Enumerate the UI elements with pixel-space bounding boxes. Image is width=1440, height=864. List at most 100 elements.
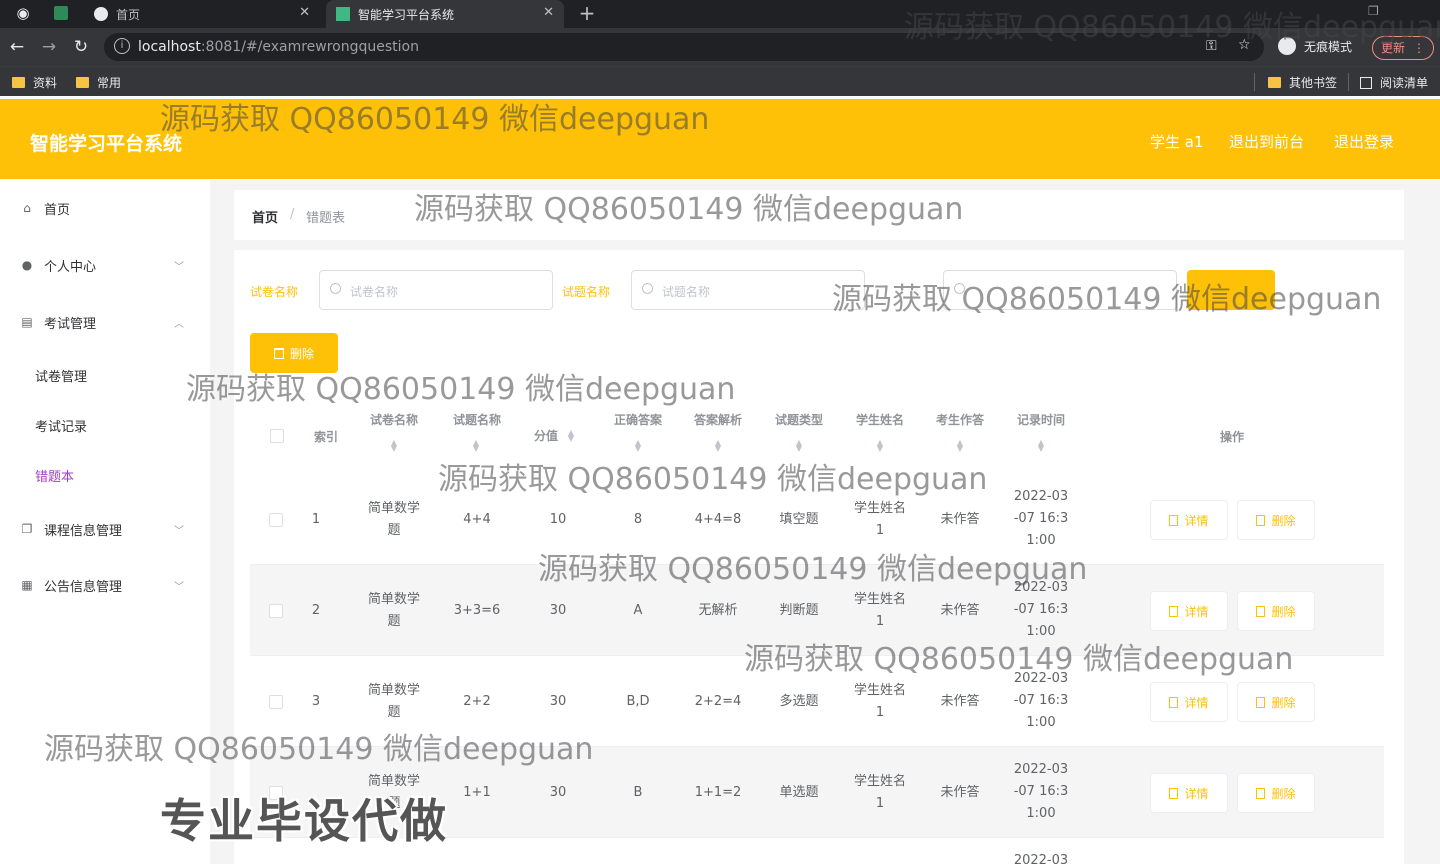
- sort-icon[interactable]: ▲ ▼: [389, 439, 399, 453]
- watermark-text: 源码获取 QQ86050149 微信deepguan: [438, 462, 988, 497]
- user-name[interactable]: 学生 a1: [1150, 131, 1204, 152]
- folder-icon: [1268, 77, 1281, 88]
- col-score[interactable]: 分值: [526, 427, 566, 444]
- cell-time: 2022-03 -07 16:3 1:00: [1013, 762, 1069, 821]
- tab-close-icon[interactable]: ✕: [543, 5, 554, 20]
- sort-icon[interactable]: ▲ ▼: [471, 439, 481, 453]
- detail-label: 详情: [1184, 604, 1209, 619]
- reload-icon[interactable]: ↻: [70, 36, 92, 58]
- sidebar-item-notices[interactable]: ▦ 公告信息管理 ﹀: [0, 565, 208, 605]
- delete-button[interactable]: 删除: [1237, 591, 1315, 631]
- col-question-name[interactable]: 试题名称: [442, 411, 512, 428]
- detail-button[interactable]: 详情: [1150, 773, 1228, 813]
- delete-button[interactable]: 删除: [1237, 773, 1315, 813]
- row-checkbox[interactable]: [269, 695, 283, 709]
- cell-analysis: 4+4=8: [694, 512, 742, 527]
- forward-icon[interactable]: →: [38, 36, 60, 58]
- cell-answer: B,D: [626, 694, 650, 709]
- bookmark-separator: [1348, 73, 1349, 91]
- sidebar-item-home[interactable]: ⌂ 首页: [0, 188, 208, 228]
- select-all-checkbox[interactable]: [270, 429, 284, 443]
- watermark-text: 源码获取 QQ86050149 微信deepguan: [904, 10, 1440, 45]
- cell-analysis: 无解析: [698, 603, 738, 618]
- sort-icon[interactable]: ▲ ▼: [794, 439, 804, 453]
- bookmark-separator: [1254, 73, 1255, 91]
- row-checkbox[interactable]: [269, 604, 283, 618]
- paper-name-input[interactable]: 试卷名称: [319, 270, 553, 310]
- bookmark-folder[interactable]: 常用: [76, 74, 121, 91]
- sort-icon[interactable]: ▲ ▼: [1036, 439, 1046, 453]
- cell-score: 30: [549, 694, 567, 709]
- col-record-time[interactable]: 记录时间: [1006, 411, 1076, 428]
- sort-icon[interactable]: ▲ ▼: [566, 429, 576, 443]
- logout-link[interactable]: 退出登录: [1334, 131, 1394, 152]
- watermark-text: 源码获取 QQ86050149 微信deepguan: [832, 282, 1382, 317]
- trash-icon: [1256, 696, 1266, 708]
- cell-student: 学生姓名 1: [853, 501, 906, 538]
- other-bookmarks[interactable]: 其他书签: [1268, 74, 1337, 91]
- bookmark-label: 其他书签: [1289, 76, 1338, 90]
- new-tab-icon[interactable]: +: [576, 2, 598, 24]
- folder-icon: [76, 77, 89, 88]
- tab-home[interactable]: 首页 ✕: [84, 0, 320, 28]
- cell-index: 1: [311, 512, 321, 527]
- col-paper-name[interactable]: 试卷名称: [360, 411, 428, 428]
- sidebar-item-label: 公告信息管理: [44, 579, 123, 595]
- col-student-name[interactable]: 学生姓名: [846, 411, 914, 428]
- cell-score: 30: [549, 603, 567, 618]
- bookmark-folder[interactable]: 资料: [12, 74, 57, 91]
- detail-button[interactable]: 详情: [1150, 500, 1228, 540]
- tab-close-icon[interactable]: ✕: [299, 5, 310, 20]
- chevron-down-icon: ﹀: [174, 525, 184, 537]
- cell-paper: 简单数学题: [367, 683, 420, 720]
- sort-icon[interactable]: ▲ ▼: [875, 439, 885, 453]
- delete-button[interactable]: 删除: [1237, 500, 1315, 540]
- sidebar-item-courses[interactable]: ❐ 课程信息管理 ﹀: [0, 509, 208, 549]
- sort-icon[interactable]: ▲ ▼: [713, 439, 723, 453]
- sidebar-subitem-records[interactable]: 考试记录: [35, 416, 87, 435]
- cell-score: 30: [549, 785, 567, 800]
- detail-button[interactable]: 详情: [1150, 682, 1228, 722]
- info-icon[interactable]: i: [114, 38, 130, 54]
- bookmarks-bar: 资料 常用 其他书签 阅读清单: [0, 66, 1440, 96]
- document-icon: [1169, 696, 1179, 708]
- col-analysis[interactable]: 答案解析: [684, 411, 752, 428]
- sidebar-item-label: 首页: [44, 202, 71, 218]
- col-correct-answer[interactable]: 正确答案: [604, 411, 672, 428]
- sidebar-item-label: 考试管理: [44, 316, 97, 332]
- detail-label: 详情: [1184, 513, 1209, 528]
- reading-list[interactable]: 阅读清单: [1360, 74, 1428, 91]
- sidebar-item-label: 课程信息管理: [44, 523, 123, 539]
- col-question-type[interactable]: 试题类型: [764, 411, 834, 428]
- delete-label: 删除: [1271, 604, 1296, 619]
- back-icon[interactable]: ←: [6, 36, 28, 58]
- user-icon: ●: [21, 258, 33, 272]
- cell-answer: A: [633, 603, 643, 618]
- cell-response: 未作答: [940, 694, 980, 709]
- sidebar-item-exam[interactable]: ▤ 考试管理 ︿: [0, 302, 208, 342]
- cell-paper: 简单数学题: [367, 501, 420, 538]
- cell-time: 2022-03 -07 16:3 1:00: [1013, 489, 1069, 548]
- tab-app[interactable]: 智能学习平台系统 ✕: [326, 0, 564, 28]
- cell-question: 4+4: [463, 512, 491, 527]
- app-favicon-icon[interactable]: [54, 6, 68, 20]
- col-response[interactable]: 考生作答: [926, 411, 994, 428]
- detail-button[interactable]: 详情: [1150, 591, 1228, 631]
- sidebar-subitem-wrongbook[interactable]: 错题本: [35, 466, 74, 485]
- cell-response: 未作答: [940, 512, 980, 527]
- breadcrumb-current: 错题表: [306, 211, 346, 226]
- sort-icon[interactable]: ▲ ▼: [633, 439, 643, 453]
- browser-menu-icon[interactable]: ◉: [12, 2, 34, 24]
- delete-button[interactable]: 删除: [1237, 682, 1315, 722]
- detail-label: 详情: [1184, 786, 1209, 801]
- sidebar-subitem-papers[interactable]: 试卷管理: [35, 366, 87, 385]
- sidebar-item-profile[interactable]: ● 个人中心 ﹀: [0, 245, 208, 285]
- row-checkbox[interactable]: [269, 513, 283, 527]
- back-to-front-link[interactable]: 退出到前台: [1229, 131, 1304, 152]
- cell-analysis: 1+1=2: [694, 785, 742, 800]
- breadcrumb-home[interactable]: 首页: [252, 207, 278, 226]
- bookmark-label: 资料: [33, 76, 58, 90]
- cell-student: 学生姓名 1: [853, 774, 906, 811]
- question-name-input[interactable]: 试题名称: [631, 270, 865, 310]
- sort-icon[interactable]: ▲ ▼: [955, 439, 965, 453]
